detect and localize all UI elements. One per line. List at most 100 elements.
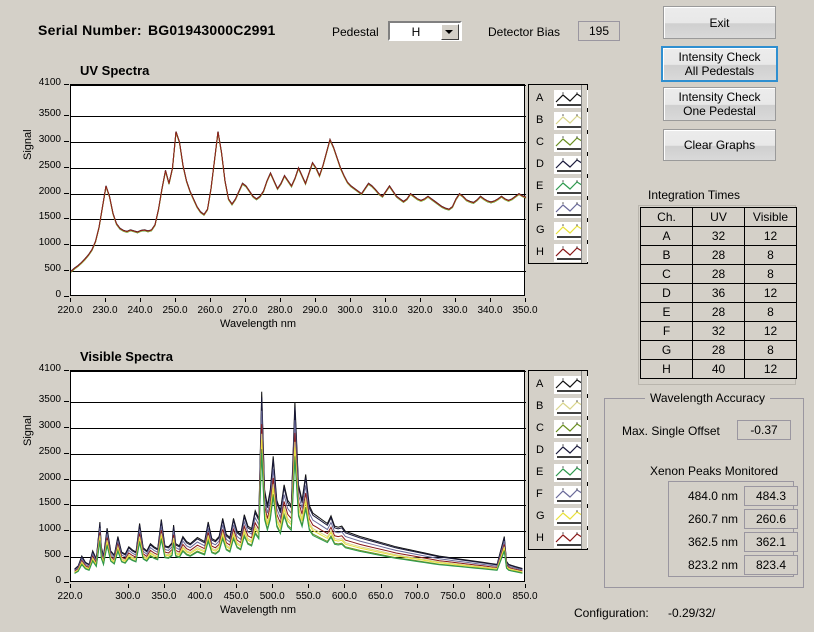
legend-label: B (536, 114, 544, 126)
y-axis-tick (64, 401, 69, 402)
table-row: A 32 12 (640, 226, 797, 246)
xenon-peak-nominal: 362.5 nm (687, 535, 738, 549)
xenon-peak-measured: 260.6 (744, 509, 798, 529)
spectra-trace-E (71, 132, 526, 273)
legend-item-a[interactable]: A (529, 374, 588, 396)
legend-item-e[interactable]: E (529, 176, 588, 198)
x-axis-tick (350, 298, 351, 302)
x-axis-tick (140, 298, 141, 302)
chevron-down-icon[interactable] (441, 24, 459, 40)
visible-legend[interactable]: ABCDEFGH (528, 370, 588, 550)
integration-cell: H (640, 359, 693, 379)
y-axis-tick (64, 218, 69, 219)
legend-item-a[interactable]: A (529, 88, 588, 110)
x-axis-tick-label: 850.0 (512, 591, 538, 602)
y-axis-tick-label: 1500 (38, 211, 61, 223)
integration-col-header: Ch. (640, 207, 693, 227)
y-axis-tick-label: 500 (44, 549, 61, 561)
x-axis-label: Wavelength nm (220, 604, 297, 616)
legend-scrollbar[interactable] (581, 371, 587, 549)
x-axis-tick (164, 584, 165, 588)
y-axis-tick-label: 3500 (38, 394, 61, 406)
y-axis-tick-label: 4100 (38, 77, 61, 88)
integration-cell: 12 (744, 359, 797, 379)
integration-cell: 28 (692, 340, 745, 360)
legend-label: D (536, 444, 544, 456)
legend-item-h[interactable]: H (529, 242, 588, 264)
intensity-one-line2: One Pedestal (683, 104, 756, 118)
exit-button[interactable]: Exit (663, 6, 776, 39)
x-axis-tick (344, 584, 345, 588)
y-axis-tick (64, 556, 69, 557)
integration-cell: 32 (692, 226, 745, 246)
clear-graphs-label: Clear Graphs (683, 138, 756, 152)
y-axis-tick (64, 244, 69, 245)
configuration-value: -0.29/32/ (668, 606, 716, 620)
y-axis-tick (64, 530, 69, 531)
spectra-trace-B (71, 132, 526, 273)
legend-label: G (536, 224, 545, 236)
legend-item-b[interactable]: B (529, 110, 588, 132)
detector-bias-value: 195 (578, 21, 620, 41)
x-axis-tick (315, 298, 316, 302)
legend-item-f[interactable]: F (529, 198, 588, 220)
xenon-peak-row: 484.0 nm 484.3 (676, 486, 798, 508)
legend-item-c[interactable]: C (529, 418, 588, 440)
y-axis-tick-label: 2500 (38, 159, 61, 171)
legend-item-c[interactable]: C (529, 132, 588, 154)
integration-cell: 8 (744, 264, 797, 284)
legend-item-e[interactable]: E (529, 462, 588, 484)
legend-scrollbar[interactable] (581, 85, 587, 263)
visible-spectra-plot (70, 370, 526, 582)
legend-label: E (536, 180, 544, 192)
x-axis-tick (455, 298, 456, 302)
x-axis-tick-label: 220.0 (57, 591, 83, 602)
detector-bias-label: Detector Bias (488, 25, 561, 39)
y-axis-tick-label: 1500 (38, 497, 61, 509)
clear-graphs-button[interactable]: Clear Graphs (663, 129, 776, 161)
y-axis-tick (64, 193, 69, 194)
legend-label: D (536, 158, 544, 170)
legend-label: E (536, 466, 544, 478)
max-single-offset-value: -0.37 (737, 420, 791, 440)
intensity-all-line2: All Pedestals (684, 64, 755, 78)
legend-item-g[interactable]: G (529, 506, 588, 528)
uv-legend[interactable]: ABCDEFGH (528, 84, 588, 264)
legend-item-d[interactable]: D (529, 154, 588, 176)
y-axis-tick (64, 479, 69, 480)
integration-cell: A (640, 226, 693, 246)
table-row: G 28 8 (640, 340, 797, 360)
x-axis-tick (280, 298, 281, 302)
legend-item-g[interactable]: G (529, 220, 588, 242)
pedestal-dropdown[interactable]: H (388, 21, 462, 41)
integration-cell: 28 (692, 245, 745, 265)
exit-button-label: Exit (709, 15, 730, 30)
x-axis-tick (490, 298, 491, 302)
spectra-trace-F (71, 131, 526, 272)
x-axis-tick (245, 298, 246, 302)
x-axis-tick (525, 584, 526, 588)
y-axis-label: Signal (22, 415, 34, 446)
integration-cell: 8 (744, 340, 797, 360)
legend-item-d[interactable]: D (529, 440, 588, 462)
x-axis-tick (210, 298, 211, 302)
uv-spectra-plot (70, 84, 526, 296)
integration-col-header: UV (692, 207, 745, 227)
spectra-trace-H (71, 131, 526, 272)
integration-cell: F (640, 321, 693, 341)
legend-item-f[interactable]: F (529, 484, 588, 506)
legend-item-b[interactable]: B (529, 396, 588, 418)
x-axis-tick (417, 584, 418, 588)
legend-label: F (536, 488, 543, 500)
integration-cell: 12 (744, 226, 797, 246)
y-axis-tick (64, 115, 69, 116)
legend-item-h[interactable]: H (529, 528, 588, 550)
y-axis-tick (64, 270, 69, 271)
integration-col-header: Visible (744, 207, 797, 227)
intensity-check-all-pedestals-button[interactable]: Intensity Check All Pedestals (661, 46, 778, 82)
y-axis-tick-label: 500 (44, 263, 61, 275)
table-header-row: Ch. UV Visible (640, 207, 797, 227)
spectra-trace-D (71, 131, 526, 272)
x-axis-tick (489, 584, 490, 588)
intensity-check-one-pedestal-button[interactable]: Intensity Check One Pedestal (663, 87, 776, 121)
